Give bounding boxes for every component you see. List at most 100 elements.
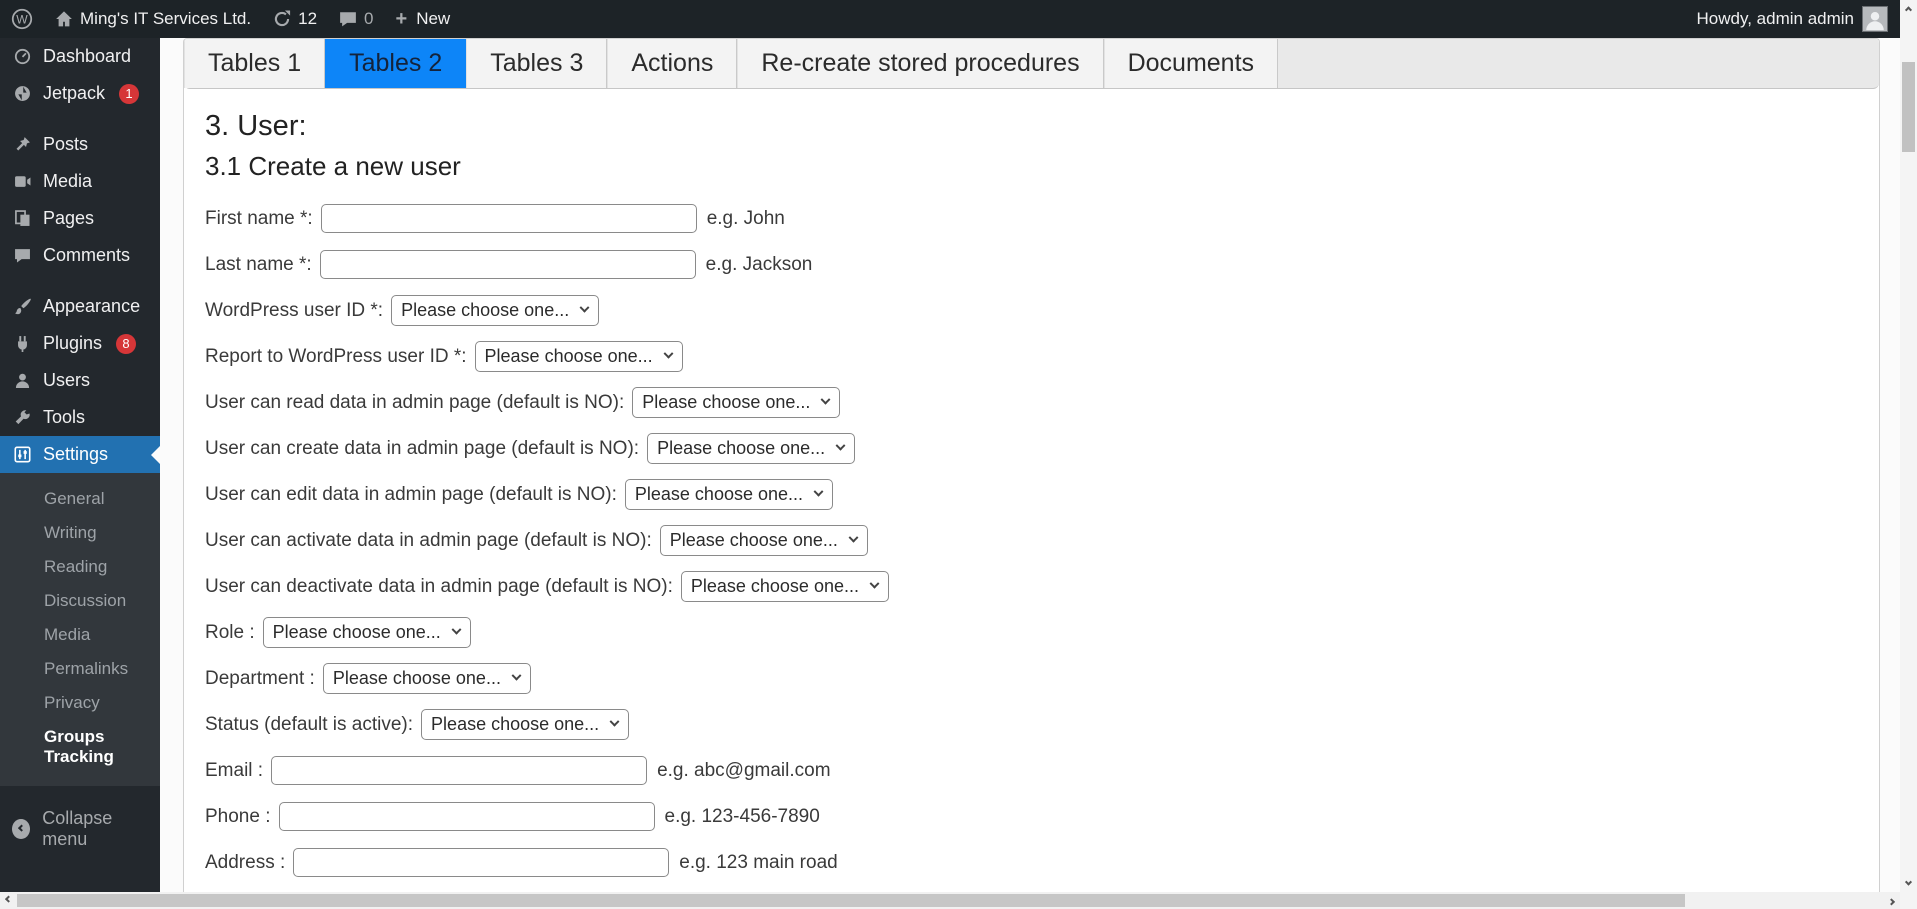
sidebar-item-users[interactable]: Users — [0, 362, 160, 399]
avatar[interactable] — [1862, 6, 1888, 32]
wordpress-logo[interactable]: W — [0, 0, 44, 38]
scroll-left-arrow[interactable] — [0, 892, 17, 909]
current-menu-arrow — [142, 445, 160, 464]
submenu-item-permalinks[interactable]: Permalinks — [0, 652, 160, 686]
form-row: First name *: e.g. John — [205, 204, 1858, 233]
tab-actions[interactable]: Actions — [607, 39, 738, 88]
chevron-down-icon — [820, 394, 831, 405]
form-row: User can activate data in admin page (de… — [205, 525, 1858, 556]
site-name: Ming's IT Services Ltd. — [80, 9, 252, 28]
sidebar-item-dashboard[interactable]: Dashboard — [0, 38, 160, 75]
report-to-user-id-select[interactable]: Please choose one... — [474, 341, 683, 372]
form-row: Phone : e.g. 123-456-7890 — [205, 802, 1858, 831]
subsection-heading: 3.1 Create a new user — [205, 151, 461, 181]
email-input[interactable] — [271, 756, 648, 785]
section-heading: 3. User: — [205, 110, 307, 142]
form-row: Report to WordPress user ID *: Please ch… — [205, 341, 1858, 372]
media-icon — [15, 176, 31, 187]
can-create-select[interactable]: Please choose one... — [647, 433, 856, 464]
submenu-item-groups-tracking[interactable]: Groups Tracking — [0, 720, 160, 774]
last-name-input[interactable] — [319, 250, 696, 279]
can-deactivate-select[interactable]: Please choose one... — [680, 571, 889, 602]
settings-submenu: General Writing Reading Discussion Media… — [0, 473, 160, 786]
chevron-down-icon — [451, 624, 462, 635]
pushpin-icon — [16, 137, 30, 151]
sidebar-item-posts[interactable]: Posts — [0, 126, 160, 163]
sidebar-item-tools[interactable]: Tools — [0, 399, 160, 436]
chevron-down-icon — [663, 348, 674, 359]
can-read-select[interactable]: Please choose one... — [632, 387, 841, 418]
brush-icon — [15, 298, 31, 315]
department-select[interactable]: Please choose one... — [322, 663, 531, 694]
chevron-down-icon — [511, 670, 522, 681]
sidebar-item-appearance[interactable]: Appearance — [0, 288, 160, 325]
submenu-item-media[interactable]: Media — [0, 618, 160, 652]
new-label: New — [416, 9, 451, 28]
phone-input[interactable] — [278, 802, 655, 831]
form-row: User can deactivate data in admin page (… — [205, 571, 1858, 602]
submenu-item-reading[interactable]: Reading — [0, 550, 160, 584]
wordpress-user-id-select[interactable]: Please choose one... — [391, 295, 600, 326]
vertical-scrollbar-thumb[interactable] — [1902, 62, 1915, 152]
jetpack-badge: 1 — [119, 83, 140, 104]
scrollbar-corner — [1900, 892, 1917, 909]
chevron-down-icon — [848, 532, 859, 543]
scroll-down-arrow[interactable] — [1900, 875, 1917, 892]
submenu-item-privacy[interactable]: Privacy — [0, 686, 160, 720]
new-content-menu[interactable]: + New — [385, 0, 462, 38]
address-input[interactable] — [293, 848, 670, 877]
comments-menu[interactable]: 0 — [328, 0, 384, 38]
form-row: Role : Please choose one... — [205, 617, 1858, 648]
chevron-down-icon — [609, 716, 620, 727]
sidebar-item-plugins[interactable]: Plugins 8 — [0, 325, 160, 362]
admin-sidebar: Dashboard Jetpack 1 Posts Media Pages Co… — [0, 38, 160, 892]
form-row: Last name *: e.g. Jackson — [205, 250, 1858, 279]
chevron-down-icon — [869, 578, 880, 589]
sidebar-item-media[interactable]: Media — [0, 163, 160, 200]
status-select[interactable]: Please choose one... — [421, 709, 630, 740]
comment-bubble-icon — [340, 12, 356, 27]
form-row: Email : e.g. abc@gmail.com — [205, 756, 1858, 785]
can-edit-select[interactable]: Please choose one... — [624, 479, 834, 510]
sidebar-item-pages[interactable]: Pages — [0, 200, 160, 237]
collapse-menu-button[interactable]: Collapse menu — [0, 796, 160, 862]
scroll-up-arrow[interactable] — [1900, 0, 1917, 17]
tab-tables-1[interactable]: Tables 1 — [184, 39, 326, 88]
menu-separator — [0, 274, 160, 288]
horizontal-scrollbar-thumb[interactable] — [17, 894, 1685, 907]
howdy-text[interactable]: Howdy, admin admin — [1697, 9, 1854, 29]
tab-tables-3[interactable]: Tables 3 — [466, 39, 608, 88]
form-row: Address : e.g. 123 main road — [205, 848, 1858, 877]
home-icon — [56, 11, 72, 27]
admin-bar: W Ming's IT Services Ltd. 12 0 + New How… — [0, 0, 1900, 38]
user-icon — [15, 373, 30, 388]
form-row: Department : Please choose one... — [205, 663, 1858, 694]
horizontal-scrollbar[interactable] — [0, 892, 1900, 909]
tab-content: 3. User: 3.1 Create a new user First nam… — [184, 89, 1879, 892]
tab-documents[interactable]: Documents — [1103, 39, 1279, 88]
tab-recreate-stored-procedures[interactable]: Re-create stored procedures — [737, 39, 1104, 88]
tab-tables-2[interactable]: Tables 2 — [325, 39, 467, 88]
site-name-menu[interactable]: Ming's IT Services Ltd. — [44, 0, 262, 38]
collapse-arrow-icon — [12, 819, 31, 839]
updates-menu[interactable]: 12 — [262, 0, 328, 38]
sidebar-item-comments[interactable]: Comments — [0, 237, 160, 274]
vertical-scrollbar[interactable] — [1900, 0, 1917, 892]
sidebar-item-settings[interactable]: Settings — [0, 436, 160, 473]
first-name-input[interactable] — [320, 204, 697, 233]
role-select[interactable]: Please choose one... — [262, 617, 471, 648]
jetpack-icon — [15, 86, 30, 101]
submenu-item-writing[interactable]: Writing — [0, 516, 160, 550]
wordpress-icon: W — [11, 8, 33, 30]
form-row: Status (default is active): Please choos… — [205, 709, 1858, 740]
submenu-item-general[interactable]: General — [0, 482, 160, 516]
wrench-icon — [15, 410, 30, 425]
update-count: 12 — [298, 9, 318, 28]
sidebar-item-jetpack[interactable]: Jetpack 1 — [0, 75, 160, 112]
submenu-item-discussion[interactable]: Discussion — [0, 584, 160, 618]
pages-icon — [15, 210, 30, 226]
scroll-right-arrow[interactable] — [1883, 892, 1900, 909]
form-row: User can edit data in admin page (defaul… — [205, 479, 1858, 510]
plugins-badge: 8 — [116, 333, 137, 354]
can-activate-select[interactable]: Please choose one... — [659, 525, 868, 556]
